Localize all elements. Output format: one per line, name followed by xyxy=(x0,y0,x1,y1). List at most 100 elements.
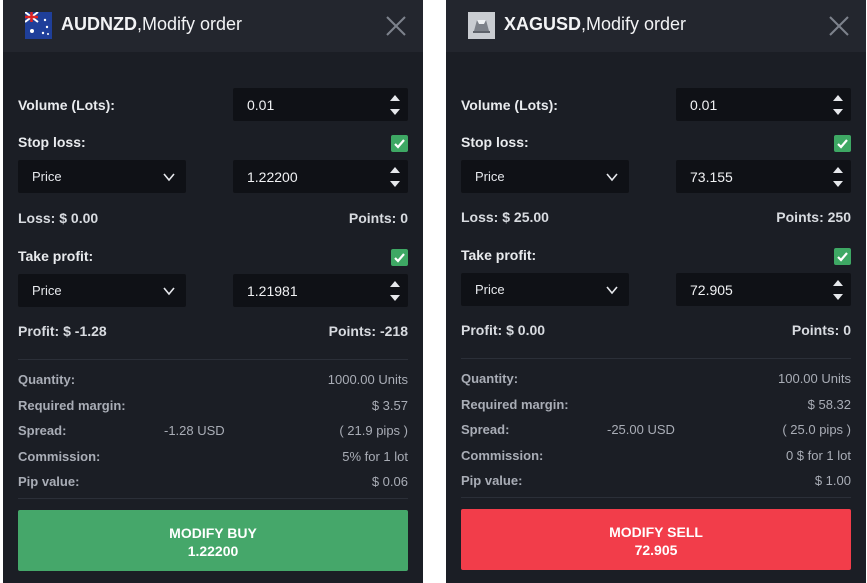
stepper-arrows-icon[interactable] xyxy=(833,94,843,116)
stop-loss-type-select[interactable]: Price xyxy=(18,160,186,193)
button-label: MODIFY SELL xyxy=(609,524,703,540)
take-profit-label: Take profit: xyxy=(18,248,94,264)
panel-header: XAGUSD,Modify order xyxy=(446,0,866,52)
pip-value: $ 0.06 xyxy=(371,474,408,489)
loss-row: Loss: $ 0.00 Points: 0 xyxy=(18,210,408,228)
stop-loss-header: Stop loss: xyxy=(461,133,851,153)
stop-loss-type-value: Price xyxy=(475,169,505,184)
divider xyxy=(18,498,408,499)
button-price: 1.22200 xyxy=(187,543,239,559)
order-panel-xagusd: XAGUSD,Modify order Volume (Lots): 0.01 … xyxy=(446,0,866,583)
margin-label: Required margin: xyxy=(461,397,569,412)
take-profit-row: Price 72.905 xyxy=(461,273,851,306)
panel-title: XAGUSD,Modify order xyxy=(504,14,686,35)
profit-row: Profit: $ -1.28 Points: -218 xyxy=(18,323,408,341)
order-panel-audnzd: AUDNZD,Modify order Volume (Lots): 0.01 … xyxy=(3,0,423,583)
stop-loss-price-value: 1.22200 xyxy=(247,169,298,185)
take-profit-price-input[interactable]: 1.21981 xyxy=(233,274,408,307)
stepper-arrows-icon[interactable] xyxy=(390,94,400,116)
take-profit-type-select[interactable]: Price xyxy=(18,274,186,307)
take-profit-header: Take profit: xyxy=(461,246,851,266)
divider xyxy=(461,497,851,498)
margin-value: $ 58.32 xyxy=(807,397,851,412)
spread-pips: ( 25.0 pips ) xyxy=(782,422,851,437)
stepper-arrows-icon[interactable] xyxy=(390,280,400,302)
stop-loss-checkbox[interactable] xyxy=(834,135,851,152)
spread-usd: -25.00 USD xyxy=(607,422,675,437)
profit-points: Points: -218 xyxy=(328,323,408,339)
volume-input[interactable]: 0.01 xyxy=(233,88,408,121)
spread-label: Spread: xyxy=(461,422,510,437)
profit-row: Profit: $ 0.00 Points: 0 xyxy=(461,322,851,340)
volume-label: Volume (Lots): xyxy=(18,97,115,113)
stop-loss-row: Price 73.155 xyxy=(461,160,851,193)
take-profit-price-value: 1.21981 xyxy=(247,283,298,299)
stop-loss-header: Stop loss: xyxy=(18,133,408,153)
pip-label: Pip value: xyxy=(461,473,523,488)
australia-flag-icon xyxy=(25,12,52,39)
spread-label: Spread: xyxy=(18,423,67,438)
take-profit-header: Take profit: xyxy=(18,247,408,267)
volume-row: Volume (Lots): 0.01 xyxy=(461,88,851,121)
stop-loss-price-input[interactable]: 73.155 xyxy=(676,160,851,193)
stop-loss-checkbox[interactable] xyxy=(391,135,408,152)
stop-loss-label: Stop loss: xyxy=(18,134,86,150)
stepper-arrows-icon[interactable] xyxy=(833,279,843,301)
chevron-down-icon xyxy=(163,173,175,182)
stop-loss-price-value: 73.155 xyxy=(690,169,733,185)
take-profit-price-input[interactable]: 72.905 xyxy=(676,273,851,306)
title-suffix: ,Modify order xyxy=(581,14,687,34)
button-label: MODIFY BUY xyxy=(169,525,257,541)
take-profit-type-value: Price xyxy=(475,282,505,297)
profit-text: Profit: $ 0.00 xyxy=(461,322,546,338)
volume-label: Volume (Lots): xyxy=(461,97,558,113)
take-profit-type-select[interactable]: Price xyxy=(461,273,629,306)
volume-input[interactable]: 0.01 xyxy=(676,88,851,121)
margin-label: Required margin: xyxy=(18,398,126,413)
spread-pips: ( 21.9 pips ) xyxy=(339,423,408,438)
checkmark-icon xyxy=(394,253,405,263)
chevron-down-icon xyxy=(163,287,175,296)
take-profit-type-value: Price xyxy=(32,283,62,298)
checkmark-icon xyxy=(837,139,848,149)
profit-points: Points: 0 xyxy=(791,322,851,338)
stop-loss-row: Price 1.22200 xyxy=(18,160,408,193)
stop-loss-price-input[interactable]: 1.22200 xyxy=(233,160,408,193)
divider xyxy=(461,358,851,359)
close-icon[interactable] xyxy=(385,15,407,37)
quantity-value: 100.00 Units xyxy=(778,371,851,386)
button-price: 72.905 xyxy=(634,542,678,558)
symbol-name: XAGUSD xyxy=(504,14,582,34)
spread-usd: -1.28 USD xyxy=(164,423,225,438)
quantity-value: 1000.00 Units xyxy=(327,372,408,387)
volume-value: 0.01 xyxy=(247,97,275,113)
volume-value: 0.01 xyxy=(690,97,718,113)
modify-sell-button[interactable]: MODIFY SELL 72.905 xyxy=(461,509,851,570)
loss-points: Points: 0 xyxy=(348,210,408,226)
loss-text: Loss: $ 25.00 xyxy=(461,209,549,225)
commission-value: 5% for 1 lot xyxy=(342,449,408,464)
take-profit-checkbox[interactable] xyxy=(834,248,851,265)
modify-buy-button[interactable]: MODIFY BUY 1.22200 xyxy=(18,510,408,571)
stop-loss-type-select[interactable]: Price xyxy=(461,160,629,193)
loss-row: Loss: $ 25.00 Points: 250 xyxy=(461,209,851,227)
divider xyxy=(18,359,408,360)
margin-value: $ 3.57 xyxy=(371,398,408,413)
take-profit-price-value: 72.905 xyxy=(690,282,733,298)
take-profit-checkbox[interactable] xyxy=(391,249,408,266)
symbol-name: AUDNZD xyxy=(61,14,137,34)
loss-points: Points: 250 xyxy=(776,209,851,225)
take-profit-label: Take profit: xyxy=(461,247,537,263)
chevron-down-icon xyxy=(606,286,618,295)
stepper-arrows-icon[interactable] xyxy=(390,166,400,188)
volume-row: Volume (Lots): 0.01 xyxy=(18,88,408,121)
stepper-arrows-icon[interactable] xyxy=(833,166,843,188)
quantity-label: Quantity: xyxy=(461,371,519,386)
stop-loss-label: Stop loss: xyxy=(461,134,529,150)
take-profit-row: Price 1.21981 xyxy=(18,274,408,307)
quantity-label: Quantity: xyxy=(18,372,76,387)
pip-value: $ 1.00 xyxy=(814,473,851,488)
chevron-down-icon xyxy=(606,173,618,182)
close-icon[interactable] xyxy=(828,15,850,37)
commission-value: 0 $ for 1 lot xyxy=(785,448,851,463)
